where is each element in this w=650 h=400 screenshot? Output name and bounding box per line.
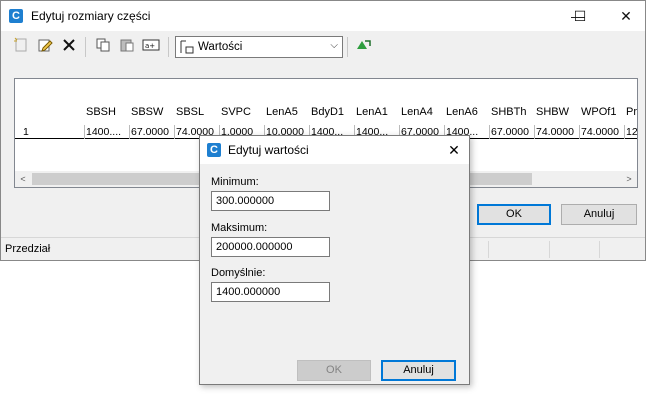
table-cell[interactable]: 12: [624, 125, 637, 139]
maximize-icon: ☐: [573, 8, 587, 24]
close-icon: ✕: [448, 142, 460, 158]
table-cell[interactable]: 74.0000: [534, 125, 579, 139]
dialog-ok-button[interactable]: OK: [297, 360, 371, 381]
minimum-field[interactable]: [211, 191, 330, 211]
status-text: Przedział: [5, 243, 51, 255]
svg-text:a+: a+: [145, 42, 155, 50]
edit-values-dialog: C Edytuj wartości ✕ Minimum: Maksimum: D…: [199, 135, 470, 385]
dialog-close-button[interactable]: ✕: [439, 136, 469, 164]
minimum-label: Minimum:: [211, 176, 259, 188]
table-header: SBSH SBSW SBSL SVPC LenA5 BdyD1 LenA1 Le…: [15, 79, 637, 125]
table-icon: [179, 39, 195, 55]
default-label: Domyślnie:: [211, 267, 266, 279]
delete-icon[interactable]: [59, 37, 79, 57]
table-cell[interactable]: 67.0000: [129, 125, 174, 139]
column-header[interactable]: SBSL: [176, 106, 220, 118]
column-header[interactable]: SBSH: [86, 106, 130, 118]
toolbar: a+ Wartości ⌵: [1, 32, 645, 62]
maximize-button[interactable]: ☐: [557, 1, 603, 31]
status-separator: [488, 241, 489, 258]
chevron-down-icon: ⌵: [330, 40, 338, 51]
rename-icon[interactable]: a+: [141, 37, 161, 57]
column-header[interactable]: SBSW: [131, 106, 175, 118]
edit-icon[interactable]: [35, 37, 55, 57]
status-separator: [599, 241, 600, 258]
default-field[interactable]: [211, 282, 330, 302]
dialog-cancel-button[interactable]: Anuluj: [381, 360, 456, 381]
toolbar-separator: [168, 37, 169, 57]
scroll-right-icon[interactable]: >: [621, 171, 637, 187]
column-header[interactable]: SHBTh: [491, 106, 535, 118]
close-button[interactable]: ✕: [603, 1, 645, 31]
column-header[interactable]: LenA6: [446, 106, 490, 118]
app-logo-icon: C: [207, 143, 221, 157]
ok-button[interactable]: OK: [477, 204, 551, 225]
window-title: Edytuj rozmiary części: [31, 9, 151, 23]
column-header[interactable]: LenA1: [356, 106, 400, 118]
table-cell[interactable]: 74.0000: [579, 125, 624, 139]
maximum-field[interactable]: [211, 237, 330, 257]
column-header[interactable]: WPOf1: [581, 106, 625, 118]
refresh-icon[interactable]: [353, 37, 373, 57]
close-icon: ✕: [620, 8, 632, 24]
copy-icon[interactable]: [93, 37, 113, 57]
toolbar-separator: [347, 37, 348, 57]
view-mode-value: Wartości: [198, 41, 243, 53]
dialog-title-bar: C Edytuj wartości ✕: [200, 136, 469, 164]
new-row-icon[interactable]: [11, 37, 31, 57]
table-cell[interactable]: 1400....: [84, 125, 129, 139]
column-header[interactable]: LenA4: [401, 106, 445, 118]
column-header[interactable]: Pr: [626, 106, 637, 118]
toolbar-separator: [85, 37, 86, 57]
column-header[interactable]: BdyD1: [311, 106, 355, 118]
maximum-label: Maksimum:: [211, 222, 268, 234]
app-logo-icon: C: [9, 9, 23, 23]
scroll-left-icon[interactable]: <: [15, 171, 31, 187]
column-header[interactable]: SHBW: [536, 106, 580, 118]
view-mode-select[interactable]: Wartości ⌵: [175, 36, 343, 58]
cancel-button[interactable]: Anuluj: [561, 204, 637, 225]
row-number: 1: [23, 126, 29, 138]
status-separator: [549, 241, 550, 258]
dialog-title: Edytuj wartości: [228, 143, 309, 157]
table-cell[interactable]: 67.0000: [489, 125, 534, 139]
column-header[interactable]: SVPC: [221, 106, 265, 118]
title-bar: C Edytuj rozmiary części — ☐ ✕: [1, 1, 645, 31]
column-header[interactable]: LenA5: [266, 106, 310, 118]
paste-icon[interactable]: [117, 37, 137, 57]
